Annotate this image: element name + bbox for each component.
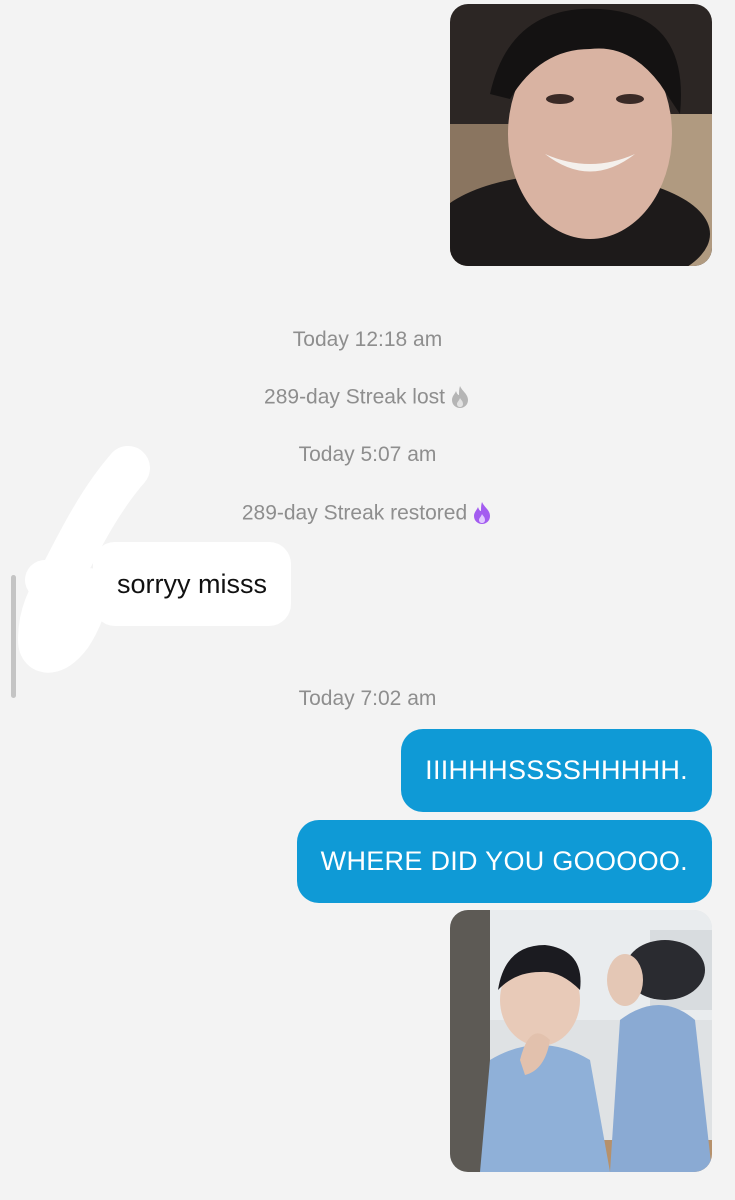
outgoing-message-1[interactable]: IIIHHHSSSSHHHHH. — [401, 729, 712, 812]
fire-icon-grey — [449, 385, 471, 409]
classroom-image — [450, 910, 712, 1172]
streak-lost-label: 289-day Streak lost — [264, 385, 445, 409]
timestamp-3: Today 7:02 am — [298, 687, 437, 710]
timestamp-1: Today 12:18 am — [292, 328, 443, 351]
photo-message-selfie[interactable] — [450, 4, 712, 266]
streak-restored-label: 289-day Streak restored — [241, 501, 468, 525]
outgoing-message-2[interactable]: WHERE DID YOU GOOOOO. — [296, 820, 712, 903]
streak-lost-notice: 289-day Streak lost — [0, 384, 735, 410]
selfie-image — [450, 4, 712, 266]
fire-icon-purple — [471, 501, 493, 525]
redaction-scribble — [18, 446, 150, 673]
photo-message-classroom[interactable] — [450, 910, 712, 1172]
